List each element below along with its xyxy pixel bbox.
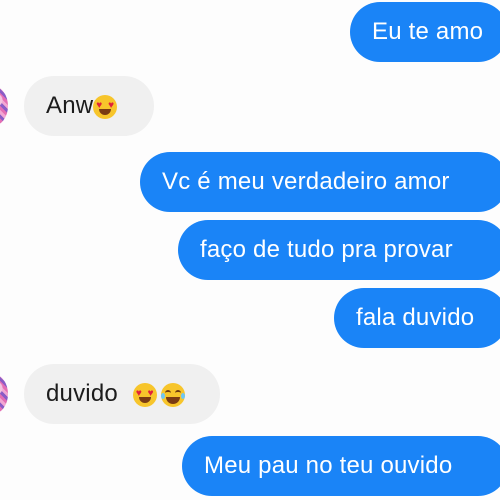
outgoing-message[interactable]: Meu pau no teu ouvido <box>182 436 500 496</box>
outgoing-message[interactable]: fala duvido <box>334 288 500 348</box>
tears-of-joy-emoji-icon <box>160 382 185 407</box>
incoming-message[interactable]: Anw ♥ ♥ <box>24 76 154 136</box>
message-text: fala duvido <box>356 304 475 331</box>
chat-thread: Eu te amo Anw ♥ ♥ Vc é meu verdadeiro amor… <box>0 0 500 500</box>
message-text: Anw <box>46 92 94 119</box>
incoming-message[interactable]: duvido ♥ ♥ <box>24 364 220 424</box>
message-text: duvido <box>46 380 118 407</box>
message-text: faço de tudo pra provar <box>200 236 453 263</box>
outgoing-message[interactable]: Vc é meu verdadeiro amor <box>140 152 500 212</box>
message-text: Eu te amo <box>372 18 484 45</box>
heart-eyes-emoji-icon: ♥ ♥ <box>132 382 157 407</box>
contact-avatar[interactable] <box>0 374 8 414</box>
heart-eyes-emoji-icon: ♥ ♥ <box>93 94 118 119</box>
outgoing-message[interactable]: faço de tudo pra provar <box>178 220 500 280</box>
message-text: Meu pau no teu ouvido <box>204 452 453 479</box>
outgoing-message[interactable]: Eu te amo <box>350 2 500 62</box>
message-text: Vc é meu verdadeiro amor <box>162 168 450 195</box>
contact-avatar[interactable] <box>0 86 8 126</box>
